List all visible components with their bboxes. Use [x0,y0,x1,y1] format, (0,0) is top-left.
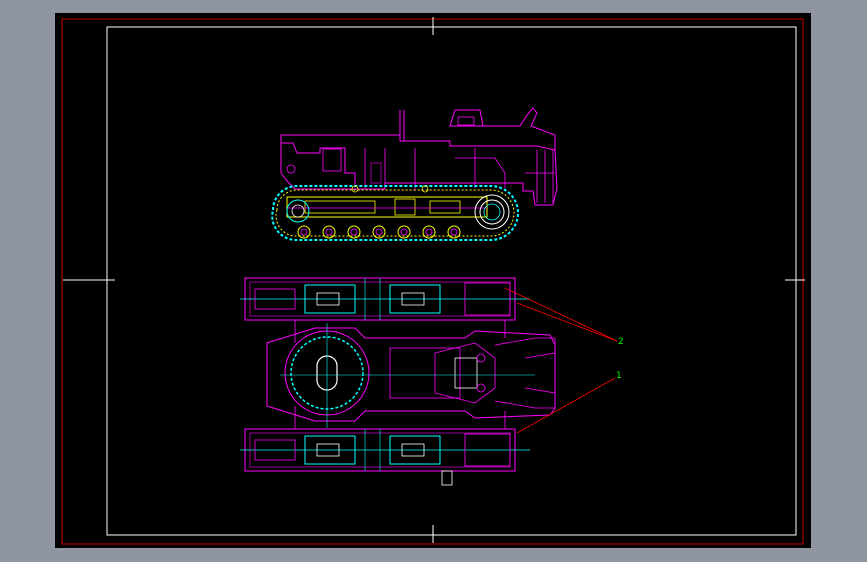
callout-label-1: 1 [616,371,622,381]
leader-line-1 [516,377,616,434]
side-elevation-view [271,107,558,242]
cad-viewport[interactable]: 2 1 [0,0,867,562]
top-plan-view [240,277,556,486]
outer-frame [61,18,804,545]
leader-line-2b [516,302,618,342]
callout-label-2: 2 [618,337,624,347]
drawing-canvas[interactable]: 2 1 [55,13,811,548]
inner-border [106,26,797,536]
callouts: 2 1 [504,287,624,434]
drawing-svg: 2 1 [61,17,805,545]
